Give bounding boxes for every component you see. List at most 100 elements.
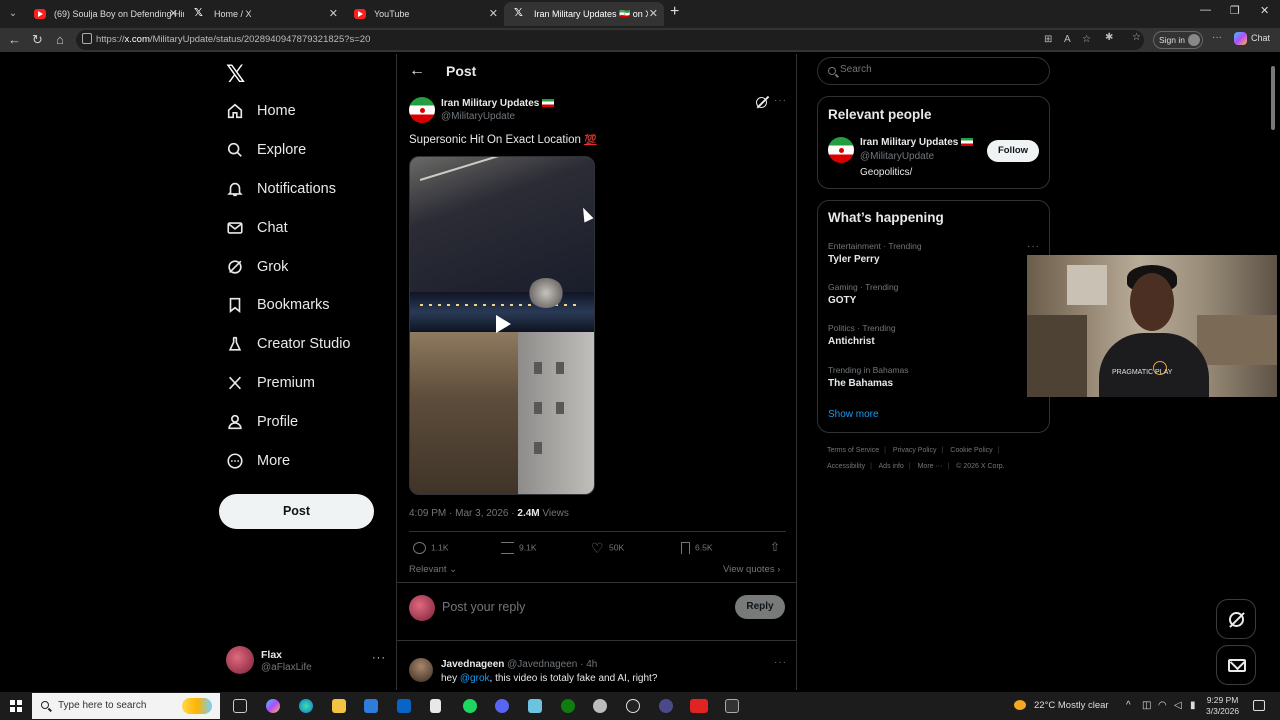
sign-in-button[interactable]: Sign in — [1153, 31, 1203, 49]
grok-floating-button[interactable] — [1216, 599, 1256, 639]
search-icon — [41, 701, 49, 709]
notification-icon[interactable] — [1253, 700, 1265, 711]
post-video[interactable] — [409, 156, 595, 495]
browser-tab-youtube-soulja[interactable]: (69) Soulja Boy on Defending Him ✕ — [24, 2, 184, 26]
author-handle[interactable]: @MilitaryUpdate — [441, 111, 515, 122]
comment-more-icon[interactable]: ··· — [774, 657, 787, 668]
bookmark-button[interactable]: 6.5K — [681, 542, 713, 554]
trend-more-icon[interactable]: ··· — [1027, 241, 1040, 252]
view-quotes-link[interactable]: View quotes › — [723, 564, 780, 575]
obs-icon[interactable] — [626, 699, 640, 713]
favorites-icon[interactable]: ☆ — [1132, 32, 1141, 43]
reply-submit-button[interactable]: Reply — [735, 595, 785, 619]
cookie-link[interactable]: Cookie Policy — [950, 447, 992, 454]
browser-tab-iran-military-updates[interactable]: 𝕏 Iran Military Updates 🇮🇷 on X: "Sup ✕ — [504, 2, 664, 26]
messages-floating-button[interactable] — [1216, 645, 1256, 685]
tab-actions-menu-icon[interactable]: ⌄ — [4, 5, 22, 23]
close-tab-icon[interactable]: ✕ — [489, 2, 498, 26]
minimize-icon[interactable]: — — [1200, 4, 1211, 16]
taskbar-search-input[interactable] — [58, 700, 188, 711]
relevant-person-handle[interactable]: @MilitaryUpdate — [860, 151, 934, 162]
back-arrow-icon[interactable]: ← — [8, 32, 21, 47]
app-icon[interactable] — [690, 699, 708, 713]
app-icon[interactable] — [593, 699, 607, 713]
author-avatar[interactable] — [409, 97, 435, 123]
url-field[interactable]: https://x.com/MilitaryUpdate/status/2028… — [76, 30, 1144, 50]
follow-button[interactable]: Follow — [987, 140, 1039, 162]
post-more-icon[interactable]: ··· — [774, 95, 787, 106]
ads-info-link[interactable]: Ads info — [879, 463, 904, 470]
like-button[interactable]: ♡ 50K — [591, 541, 624, 555]
reply-button[interactable]: 1.1K — [413, 542, 449, 554]
notepad-icon[interactable] — [430, 699, 441, 713]
edge-icon[interactable] — [299, 699, 313, 713]
tray-chevron-icon[interactable]: ^ — [1126, 700, 1131, 711]
windows-start-icon[interactable] — [10, 700, 22, 712]
browser-tab-home-x[interactable]: 𝕏 Home / X ✕ — [184, 2, 344, 26]
refresh-icon[interactable]: ↻ — [32, 32, 43, 48]
grok-icon — [1229, 612, 1244, 627]
reply-input[interactable]: Post your reply — [442, 600, 525, 614]
scrollbar-thumb[interactable] — [1271, 66, 1275, 130]
share-icon[interactable]: ⇧ — [770, 540, 780, 554]
grok-icon[interactable] — [756, 97, 767, 108]
spotify-icon[interactable] — [463, 699, 477, 713]
comment-author[interactable]: Javednageen @Javednageen · 4h — [441, 659, 597, 670]
post-button[interactable]: Post — [219, 494, 374, 529]
account-switcher[interactable]: Flax @aFlaxLife ··· — [226, 646, 386, 676]
epic-games-icon[interactable] — [725, 699, 739, 713]
accessibility-link[interactable]: Accessibility — [827, 463, 865, 470]
relevant-person-name[interactable]: Iran Military Updates — [860, 137, 974, 148]
close-tab-icon[interactable]: ✕ — [649, 2, 658, 26]
copilot-chat-button[interactable]: Chat — [1234, 32, 1270, 45]
app-available-icon[interactable]: ⊞ — [1044, 34, 1052, 45]
taskbar-clock[interactable]: 9:29 PM 3/3/2026 — [1206, 695, 1239, 717]
author-name[interactable]: Iran Military Updates — [441, 98, 555, 109]
app-icon[interactable] — [528, 699, 542, 713]
trend-item[interactable]: Politics · Trending Antichrist — [828, 323, 896, 347]
favorite-star-icon[interactable]: ☆ — [1082, 34, 1091, 45]
new-tab-icon[interactable]: + — [670, 3, 679, 21]
terms-link[interactable]: Terms of Service — [827, 447, 879, 454]
outlook-icon[interactable] — [397, 699, 411, 713]
x-logo-icon[interactable]: 𝕏 — [226, 60, 245, 89]
trend-item[interactable]: Gaming · Trending GOTY — [828, 282, 898, 306]
back-arrow-icon[interactable]: ← — [409, 62, 425, 80]
wifi-icon[interactable]: ◠ — [1158, 700, 1167, 711]
show-more-link[interactable]: Show more — [828, 409, 879, 420]
close-window-icon[interactable]: ✕ — [1260, 4, 1269, 17]
extensions-icon[interactable]: ✱ — [1105, 32, 1113, 43]
microphone-icon[interactable]: ▮ — [1190, 700, 1196, 711]
volume-icon[interactable]: ◁ — [1174, 700, 1182, 711]
trend-item[interactable]: Entertainment · Trending Tyler Perry — [828, 241, 922, 265]
task-view-icon[interactable] — [233, 699, 247, 713]
copilot-icon[interactable] — [266, 699, 280, 713]
repost-button[interactable]: 9.1K — [501, 542, 537, 554]
taskbar-search-box[interactable] — [32, 693, 220, 719]
app-icon[interactable] — [659, 699, 673, 713]
weather-widget[interactable]: 22°C Mostly clear — [1014, 700, 1109, 711]
relevant-person-avatar[interactable] — [828, 137, 854, 163]
search-box[interactable] — [817, 57, 1050, 85]
discord-icon[interactable] — [495, 699, 509, 713]
search-input[interactable] — [840, 64, 1040, 75]
home-icon[interactable]: ⌂ — [56, 32, 64, 47]
close-tab-icon[interactable]: ✕ — [329, 2, 338, 26]
browser-menu-icon[interactable]: ··· — [1212, 32, 1222, 43]
mention-link[interactable]: @grok — [460, 673, 490, 684]
play-icon[interactable] — [496, 315, 511, 333]
store-icon[interactable] — [364, 699, 378, 713]
browser-tab-youtube[interactable]: YouTube ✕ — [344, 2, 504, 26]
maximize-icon[interactable]: ❐ — [1230, 4, 1240, 17]
trend-item[interactable]: Trending in Bahamas The Bahamas — [828, 365, 908, 389]
file-explorer-icon[interactable] — [332, 699, 346, 713]
xbox-icon[interactable] — [561, 699, 575, 713]
network-icon[interactable]: ◫ — [1142, 700, 1151, 711]
more-link[interactable]: More ··· — [918, 463, 943, 470]
comment-avatar[interactable] — [409, 658, 433, 682]
read-aloud-icon[interactable]: A — [1064, 34, 1071, 45]
close-tab-icon[interactable]: ✕ — [169, 2, 178, 26]
page-scrollbar[interactable] — [1270, 54, 1276, 690]
privacy-link[interactable]: Privacy Policy — [893, 447, 937, 454]
sort-replies-dropdown[interactable]: Relevant ⌄ — [409, 564, 457, 575]
